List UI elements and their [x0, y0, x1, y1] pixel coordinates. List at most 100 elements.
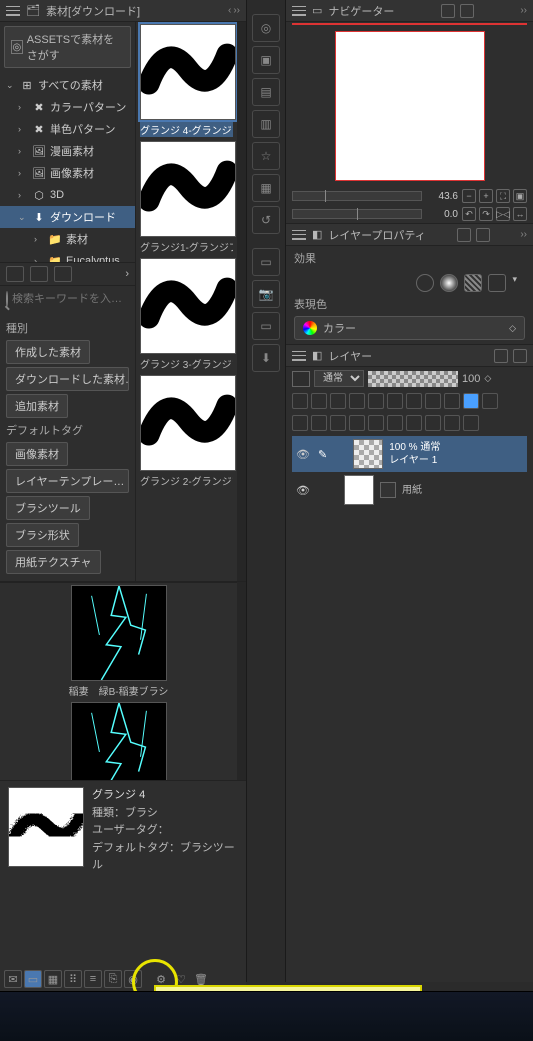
lp-tab-icon-1[interactable] [457, 228, 471, 242]
material-info-icon[interactable]: ◉ [124, 970, 142, 988]
tab-next-icon[interactable]: ›› [233, 5, 240, 16]
new-folder-icon[interactable] [311, 415, 327, 431]
transfer-icon[interactable] [368, 415, 384, 431]
lock-transparent-icon[interactable] [292, 393, 308, 409]
dock-icon-5[interactable]: ▦ [252, 174, 280, 202]
dock-icon-2[interactable]: ▤ [252, 78, 280, 106]
thumbnail-item[interactable]: グランジ 3-グランジブ… [136, 256, 237, 373]
filter-chip[interactable]: レイヤーテンプレー… [6, 469, 129, 493]
zoom-out-icon[interactable]: − [462, 189, 476, 203]
folder-open-icon[interactable] [54, 266, 72, 282]
lt-8[interactable] [425, 393, 441, 409]
toggle-detail-icon[interactable]: ✉ [4, 970, 22, 988]
effect-tone-icon[interactable] [440, 274, 458, 292]
opacity-slider[interactable] [368, 371, 458, 387]
view-small-icon[interactable]: ⠿ [64, 970, 82, 988]
lt2-4[interactable] [349, 415, 365, 431]
dock-icon-3[interactable]: ▥ [252, 110, 280, 138]
tab-next-icon[interactable]: ›› [520, 229, 527, 240]
tab-next-icon[interactable]: ›› [520, 5, 527, 16]
lp-tab-icon-2[interactable] [476, 228, 490, 242]
clip-icon[interactable] [330, 393, 346, 409]
layer-color-icon[interactable] [463, 393, 479, 409]
draft-icon[interactable] [368, 393, 384, 409]
tree-item[interactable]: ›⬡3D [0, 184, 135, 206]
download-icon[interactable]: ⬇ [252, 344, 280, 372]
menu-icon[interactable] [292, 351, 306, 361]
filter-chip[interactable]: 追加素材 [6, 394, 68, 418]
rotate-right-icon[interactable]: ↷ [479, 207, 493, 221]
assets-search-button[interactable]: ◎ ASSETSで素材をさがす [4, 26, 131, 68]
paste-to-canvas-icon[interactable]: ⎘ [104, 970, 122, 988]
view-grid-icon[interactable]: ▦ [44, 970, 62, 988]
navigator-canvas[interactable] [335, 31, 485, 181]
tree-item[interactable]: ›✖カラーパターン [0, 96, 135, 118]
layer-row[interactable]: 👁 ✎ 100 % 通常レイヤー 1 [292, 436, 527, 472]
filter-chip[interactable]: ブラシツール [6, 496, 90, 520]
tree-item[interactable]: ›✖単色パターン [0, 118, 135, 140]
thumbnail-item[interactable]: 稲妻 緑B-稲妻ブラシ [0, 583, 237, 700]
rotate-left-icon[interactable]: ↶ [462, 207, 476, 221]
dock-icon-star[interactable]: ☆ [252, 142, 280, 170]
blend-mode-select[interactable]: 通常 [314, 370, 364, 387]
tree-item[interactable]: ›🖼画像素材 [0, 162, 135, 184]
thumbnail-item[interactable]: グランジ 2-グランジブ… [136, 373, 237, 490]
effect-pattern-icon[interactable] [464, 274, 482, 292]
lt2-3[interactable] [330, 415, 346, 431]
tab-prev-icon[interactable]: ‹ [228, 5, 231, 16]
color-mode-select[interactable]: カラー ◇ [294, 316, 525, 340]
filter-chip[interactable]: 用紙テクスチャ [6, 550, 101, 574]
reference-icon[interactable] [349, 393, 365, 409]
view-large-icon[interactable]: ▭ [24, 970, 42, 988]
ruler-icon[interactable] [444, 415, 460, 431]
nav-tab-icon-2[interactable] [460, 4, 474, 18]
dock-icon-1[interactable]: ▣ [252, 46, 280, 74]
menu-icon[interactable] [292, 230, 306, 240]
delete-layer-icon[interactable] [463, 415, 479, 431]
merge-icon[interactable] [387, 415, 403, 431]
layer-palette-icon[interactable] [292, 371, 310, 387]
quick-access-icon[interactable]: ◎ [252, 14, 280, 42]
menu-icon[interactable] [292, 6, 306, 16]
search-input[interactable] [12, 293, 154, 305]
lock-icon[interactable] [311, 393, 327, 409]
filter-chip[interactable]: 作成した素材 [6, 340, 90, 364]
filter-chip[interactable]: ダウンロードした素材… [6, 367, 129, 391]
zoom-in-icon[interactable]: + [479, 189, 493, 203]
thumbnail-item[interactable]: 稲妻 緑A-稲妻ブラシ [0, 700, 237, 780]
eye-icon[interactable]: 👁 [296, 484, 312, 497]
reset-icon[interactable]: ↔ [513, 207, 527, 221]
new-folder-icon[interactable] [6, 266, 24, 282]
layer-tab-icon-1[interactable] [494, 349, 508, 363]
tree-item[interactable]: ›🖼漫画素材 [0, 140, 135, 162]
tree-item[interactable]: ⌄⬇ダウンロード [0, 206, 135, 228]
lt-9[interactable] [444, 393, 460, 409]
thumbnail-item[interactable]: グランジ 4-グランジブ… [136, 22, 237, 139]
layer-row[interactable]: 👁 用紙 [292, 472, 527, 508]
fullscreen-icon[interactable]: ▣ [513, 189, 527, 203]
rotate-slider[interactable] [292, 209, 422, 219]
camera-icon[interactable]: 📷 [252, 280, 280, 308]
thumbnail-item[interactable]: グランジ1-グランジブラ… [136, 139, 237, 256]
folder-icon[interactable] [30, 266, 48, 282]
effect-layer-color-icon[interactable] [488, 274, 506, 292]
lt-11[interactable] [482, 393, 498, 409]
thumbnail-scrollbar[interactable] [237, 22, 246, 581]
menu-icon[interactable] [6, 6, 20, 16]
eye-icon[interactable]: 👁 [296, 448, 312, 461]
mask-icon[interactable] [425, 415, 441, 431]
fit-icon[interactable]: ⛶ [496, 189, 510, 203]
new-layer-icon[interactable] [292, 415, 308, 431]
layer-tab-icon-2[interactable] [513, 349, 527, 363]
lt-6[interactable] [387, 393, 403, 409]
filter-chip[interactable]: ブラシ形状 [6, 523, 79, 547]
zoom-slider[interactable] [292, 191, 422, 201]
tree-item[interactable]: ›📁素材 [0, 228, 135, 250]
nav-tab-icon-1[interactable] [441, 4, 455, 18]
lt-7[interactable] [406, 393, 422, 409]
dock-icon-9[interactable]: ▭ [252, 312, 280, 340]
tree-item[interactable]: ›📁Eucalyptus [0, 250, 135, 262]
spinner-icon[interactable]: ◇ [484, 373, 491, 384]
effect-border-icon[interactable] [416, 274, 434, 292]
history-icon[interactable]: ↺ [252, 206, 280, 234]
